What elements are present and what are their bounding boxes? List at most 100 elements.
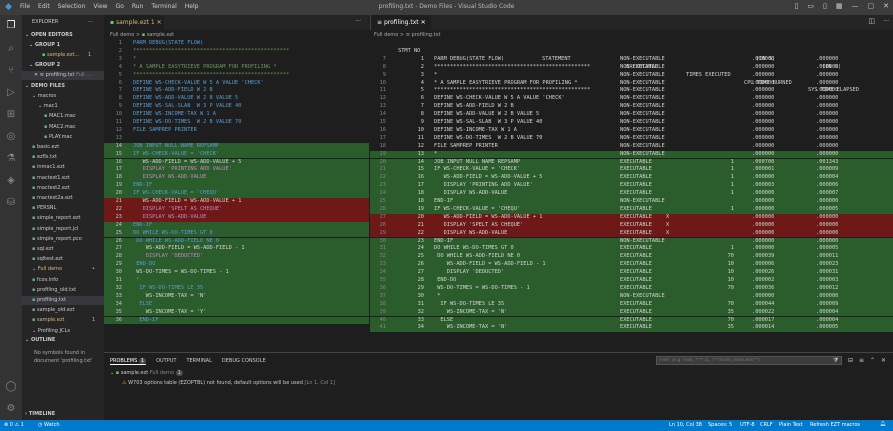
tree-folder[interactable]: ⌄ Full demo • bbox=[22, 265, 104, 274]
code-line[interactable]: 15 IF WS-CHECK-VALUE = 'CHECK' bbox=[104, 150, 369, 159]
code-line[interactable]: 36 END-IF bbox=[104, 316, 369, 325]
outline-header[interactable]: ⌄ OUTLINE bbox=[25, 336, 104, 345]
code-line[interactable]: 20 IF WS-CHECK-VALUE = 'CHEQU' bbox=[104, 190, 369, 198]
code-line[interactable]: 21 WS-ADD-FIELD = WS-ADD-VALUE + 1 bbox=[104, 198, 369, 206]
tree-file[interactable]: ▪ sqltest.ezt bbox=[22, 255, 104, 264]
profile-row[interactable]: 37 30 * NON-EXECUTABLE .000000 .000000 bbox=[370, 292, 893, 301]
problems-filter-input[interactable] bbox=[656, 356, 842, 365]
code-line[interactable]: 9 DEFINE WS-SAL-SLAB W 3 P VALUE 40 bbox=[104, 103, 369, 111]
code-line[interactable]: 18 DISPLAY WS-ADD-VALUE bbox=[104, 174, 369, 183]
profile-row[interactable]: 34 27 DISPLAY 'DEDUCTED' EXECUTABLE 10 .0000… bbox=[370, 269, 893, 277]
profile-row[interactable]: 22 16 WS-ADD-FIELD = WS-ADD-VALUE + 5 EXEC… bbox=[370, 174, 893, 183]
tree-file[interactable]: ▪ mactest2.ezt bbox=[22, 184, 104, 193]
eol[interactable]: CRLF bbox=[760, 422, 773, 428]
code-line[interactable]: 32 IF WS-DO-TIMES LE 35 bbox=[104, 284, 369, 293]
refresh-macros[interactable]: Refresh EZT macros bbox=[810, 422, 860, 428]
profile-row[interactable]: 27 20 WS-ADD-FIELD = WS-ADD-VALUE + 1 EXEC… bbox=[370, 213, 893, 222]
code-line[interactable]: 31 * bbox=[104, 277, 369, 285]
profile-row[interactable]: 35 28 END-DO EXECUTABLE 10 .000002 .000003 bbox=[370, 277, 893, 285]
code-line[interactable]: 7 DEFINE WS-ADD-FIELD W 2 B bbox=[104, 87, 369, 95]
profile-row[interactable]: 13 7 DEFINE WS-ADD-FIELD W 2 B NON-EXECUTAB… bbox=[370, 103, 893, 111]
profile-row[interactable]: 31 24 DO WHILE WS-DO-TIMES GT 0 EXECUTABLE 1… bbox=[370, 245, 893, 254]
tree-file[interactable]: ▪ inmac1.ezt bbox=[22, 163, 104, 172]
tab-output[interactable]: OUTPUT bbox=[156, 358, 176, 365]
code-line[interactable]: 28 DISPLAY 'DEDUCTED' bbox=[104, 253, 369, 262]
close-panel-icon[interactable]: ✕ bbox=[881, 357, 886, 364]
code-line[interactable]: 33 WS-INCOME-TAX = 'N' bbox=[104, 292, 369, 301]
profile-row[interactable]: 9 3 * NON-EXECUTABLE .000000 .000000 bbox=[370, 72, 893, 80]
collapse-all-icon[interactable]: ⊟ bbox=[848, 357, 853, 364]
code-line[interactable]: 8 DEFINE WS-ADD-VALUE W 2 B VALUE 5 bbox=[104, 95, 369, 103]
split-editor-icon[interactable]: ◫ bbox=[868, 17, 875, 25]
view-as-list-icon[interactable]: ≡ bbox=[859, 357, 864, 364]
editor-more-icon[interactable]: ··· bbox=[355, 18, 361, 25]
breadcrumb-file[interactable]: profiling.txt bbox=[412, 32, 441, 38]
profile-row[interactable]: 28 21 DISPLAY 'SPELT AS CHEQUE' EXECUTABLE… bbox=[370, 221, 893, 230]
explorer-icon[interactable]: ❐ bbox=[4, 19, 18, 33]
code-line[interactable]: 27 WS-ADD-FIELD = WS-ADD-FIELD - 1 bbox=[104, 245, 369, 254]
code-line[interactable]: 24 END-IF bbox=[104, 221, 369, 230]
filter-icon[interactable]: ⧩ bbox=[833, 357, 838, 365]
code-line[interactable]: 26 DO WHILE WS-ADD-FIELD NE 0 bbox=[104, 237, 369, 246]
profile-row[interactable]: 20 14 JOB INPUT NULL NAME REPSAMP EXECUTABL… bbox=[370, 158, 893, 167]
toggle-secondary-sidebar-icon[interactable]: ▯ bbox=[823, 2, 827, 10]
profile-row[interactable]: 30 23 END-IF NON-EXECUTABLE .000000 .000000 bbox=[370, 237, 893, 246]
left-code-editor[interactable]: 1 PARM DEBUG(STATE FLOW) 2 ****************… bbox=[104, 40, 369, 352]
problem-row[interactable]: ⚠ W703 options table (EZOPTBL) not found… bbox=[122, 380, 335, 386]
minimize-icon[interactable]: — bbox=[852, 2, 859, 10]
profile-row[interactable]: 24 18 DISPLAY WS-ADD-VALUE EXECUTABLE 1 .000… bbox=[370, 190, 893, 198]
code-line[interactable]: 30 WS-DO-TIMES = WS-DO-TIMES - 1 bbox=[104, 269, 369, 277]
close-tab-icon[interactable]: ✕ bbox=[421, 19, 426, 26]
tab-profiling-txt[interactable]: ≡ profiling.txt ✕ bbox=[371, 15, 431, 30]
code-line[interactable]: 23 DISPLAY WS-ADD-VALUE bbox=[104, 213, 369, 222]
notifications-icon[interactable]: 🔔︎ bbox=[880, 421, 886, 427]
manage-gear-icon[interactable]: ⚙ bbox=[4, 402, 18, 416]
close-tab-icon[interactable]: ✕ bbox=[157, 19, 162, 26]
explorer-more-icon[interactable]: ··· bbox=[88, 18, 98, 27]
endevor-icon[interactable]: ◈ bbox=[4, 174, 18, 188]
breadcrumb-folder[interactable]: Full demo bbox=[110, 32, 134, 38]
open-editor-profiling[interactable]: ✕ ≡ profiling.txt Full ... bbox=[22, 71, 104, 80]
source-control-icon[interactable]: ⑂ bbox=[4, 64, 18, 78]
tab-debug-console[interactable]: DEBUG CONSOLE bbox=[222, 358, 266, 365]
problems-status[interactable]: ⊗ 0 ⚠ 1 bbox=[4, 422, 24, 428]
breadcrumb-folder[interactable]: Full demo bbox=[374, 32, 398, 38]
code-line[interactable]: 34 ELSE bbox=[104, 300, 369, 309]
profile-row[interactable]: 38 31 IF WS-DO-TIMES LE 35 EXECUTABLE 70 .00… bbox=[370, 300, 893, 309]
profile-row[interactable]: 11 5 *************************************… bbox=[370, 87, 893, 95]
profile-row[interactable]: 18 12 FILE SAMPREP PRINTER NON-EXECUTABLE .0… bbox=[370, 143, 893, 151]
code-line[interactable]: 4 * A SAMPLE EASYTRIEVE PROGRAM FOR PROFI… bbox=[104, 64, 369, 72]
code-line[interactable]: 17 DISPLAY 'PRINTING ADD VALUE' bbox=[104, 166, 369, 175]
code-line[interactable]: 22 DISPLAY 'SPELT AS CHEQUE' bbox=[104, 205, 369, 214]
zowe-explorer-icon[interactable]: ⛁ bbox=[4, 196, 18, 210]
editor-more-icon[interactable]: ··· bbox=[883, 18, 889, 25]
tree-file[interactable]: ▪ sql.ezt bbox=[22, 245, 104, 254]
extensions-icon[interactable]: ⊞ bbox=[4, 108, 18, 122]
code-line[interactable]: 6 DEFINE WS-CHECK-VALUE W 5 A VALUE 'CHEC… bbox=[104, 80, 369, 88]
watch-status[interactable]: ◷ Watch bbox=[38, 422, 60, 428]
tree-folder[interactable]: ⌄ Profiling JCLs bbox=[22, 327, 104, 336]
profile-row[interactable]: 23 17 DISPLAY 'PRINTING ADD VALUE' EXECUTA… bbox=[370, 182, 893, 191]
code-line[interactable]: 3 * bbox=[104, 56, 369, 64]
profile-row[interactable]: 25 18 END-IF NON-EXECUTABLE .000000 .000000 bbox=[370, 198, 893, 206]
toggle-panel-icon[interactable]: ▭ bbox=[807, 2, 814, 10]
breadcrumb-file[interactable]: sample.ezt bbox=[147, 32, 174, 38]
profile-row[interactable]: 21 15 IF WS-CHECK-VALUE = 'CHECK' EXECUTABL… bbox=[370, 166, 893, 175]
code-line[interactable]: 14 JOB INPUT NULL NAME REPSAMP bbox=[104, 142, 369, 151]
tab-problems[interactable]: PROBLEMS 1 bbox=[110, 358, 147, 365]
tree-file[interactable]: ▪ simple_report.ezt bbox=[22, 214, 104, 223]
code-line[interactable]: 35 WS-INCOME-TAX = 'Y' bbox=[104, 308, 369, 317]
profile-row[interactable]: 17 11 DEFINE WS-DO-TIMES W 2 B VALUE 70 NON… bbox=[370, 135, 893, 143]
code-line[interactable]: 10 DEFINE WS-INCOME-TAX W 1 A bbox=[104, 111, 369, 119]
open-editor-sample[interactable]: ▪ sample.ezt... 1 bbox=[42, 51, 104, 60]
indentation[interactable]: Spaces: 5 bbox=[708, 422, 732, 428]
tree-file[interactable]: ▪ ezfls.txt bbox=[22, 153, 104, 162]
profile-row[interactable]: 32 25 DO WHILE WS-ADD-FIELD NE 0 EXECUTABL… bbox=[370, 253, 893, 262]
maximize-icon[interactable]: ▢ bbox=[868, 2, 875, 10]
problem-file-row[interactable]: ⌄ ▪ sample.ezt Full demo 1 bbox=[110, 370, 183, 376]
tab-sample-ezt[interactable]: ▪ sample.ezt 1 ✕ bbox=[104, 15, 164, 30]
profile-row[interactable]: 10 4 * A SAMPLE EASYTRIEVE PROGRAM FOR PRO… bbox=[370, 80, 893, 88]
tree-file[interactable]: ▪ MAC2.mac bbox=[22, 123, 104, 132]
toggle-sidebar-icon[interactable]: ▯ bbox=[795, 2, 799, 10]
profile-row[interactable]: 26 19 IF WS-CHECK-VALUE = 'CHEQU' EXECUTABL… bbox=[370, 205, 893, 214]
